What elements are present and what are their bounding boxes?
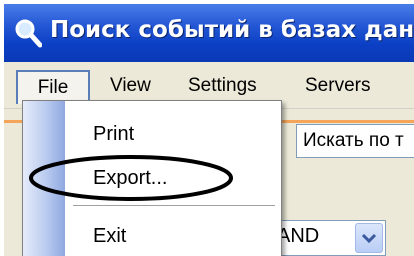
file-menu-dropdown: Print Export... Exit: [22, 100, 282, 256]
search-icon: [15, 19, 42, 48]
menu-item-print[interactable]: Print: [93, 123, 134, 146]
menu-icon-strip: [23, 101, 65, 256]
menu-file[interactable]: File: [16, 70, 90, 104]
chevron-down-icon: [361, 233, 377, 244]
search-field[interactable]: Искать по т: [296, 124, 414, 158]
menu-view[interactable]: View: [110, 72, 151, 100]
window-title: Поиск событий в базах данн: [50, 17, 414, 43]
application-window: Поиск событий в базах данн File View Set…: [4, 4, 414, 256]
menu-separator: [73, 205, 275, 206]
operator-value: AND: [277, 225, 320, 247]
menu-settings[interactable]: Settings: [188, 72, 257, 100]
menu-item-export[interactable]: Export...: [93, 167, 167, 190]
title-bar[interactable]: Поиск событий в базах данн: [4, 4, 414, 62]
menu-item-exit[interactable]: Exit: [93, 225, 126, 248]
combo-dropdown-button[interactable]: [355, 223, 383, 253]
menu-servers[interactable]: Servers: [305, 72, 370, 100]
